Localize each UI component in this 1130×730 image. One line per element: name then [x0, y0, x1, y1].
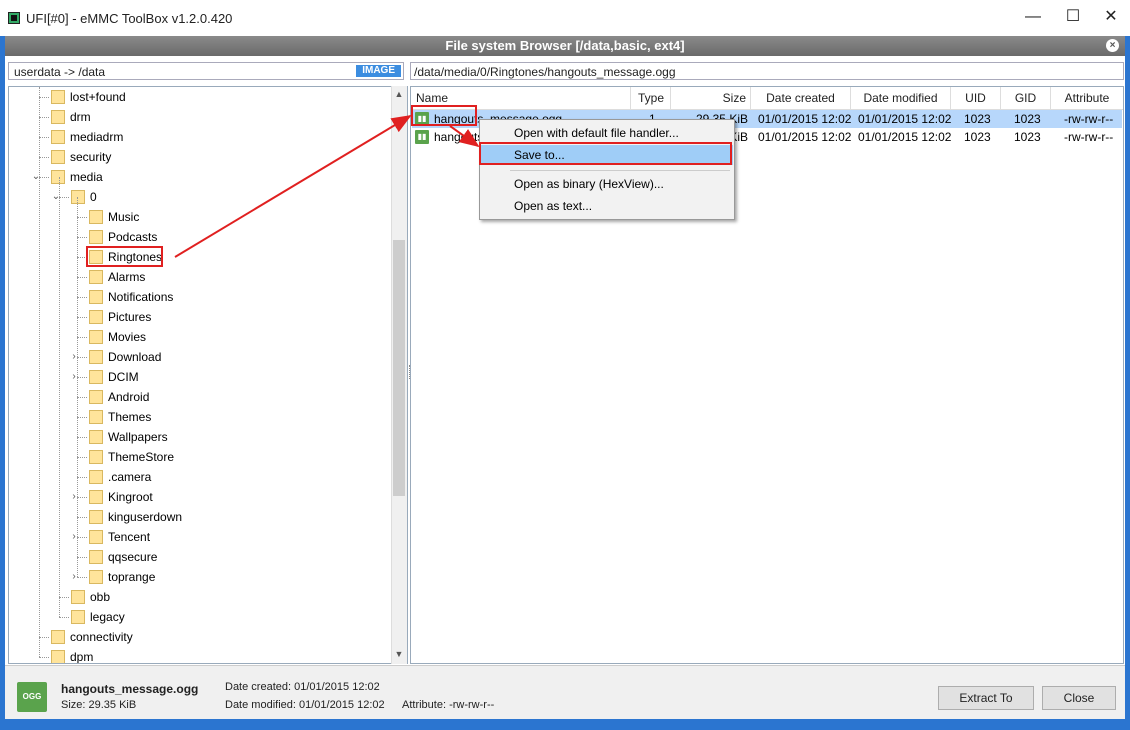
status-panel: OGG hangouts_message.ogg Size: 29.35 KiB… [5, 665, 1125, 719]
ogg-file-icon: OGG [17, 682, 47, 712]
extract-to-button[interactable]: Extract To [938, 686, 1034, 710]
close-button[interactable]: Close [1042, 686, 1116, 710]
status-date-modified: Date modified: 01/01/2015 12:02 [225, 699, 385, 711]
arrow-ringtones-to-file [174, 114, 412, 258]
arrow-file-to-save [449, 125, 480, 148]
annotation-arrows [174, 114, 480, 258]
status-date-created: Date created: 01/01/2015 12:02 [225, 681, 380, 693]
status-size: Size: 29.35 KiB [61, 699, 137, 711]
status-attribute: Attribute: -rw-rw-r-- [402, 699, 495, 711]
status-filename: hangouts_message.ogg [61, 682, 199, 696]
